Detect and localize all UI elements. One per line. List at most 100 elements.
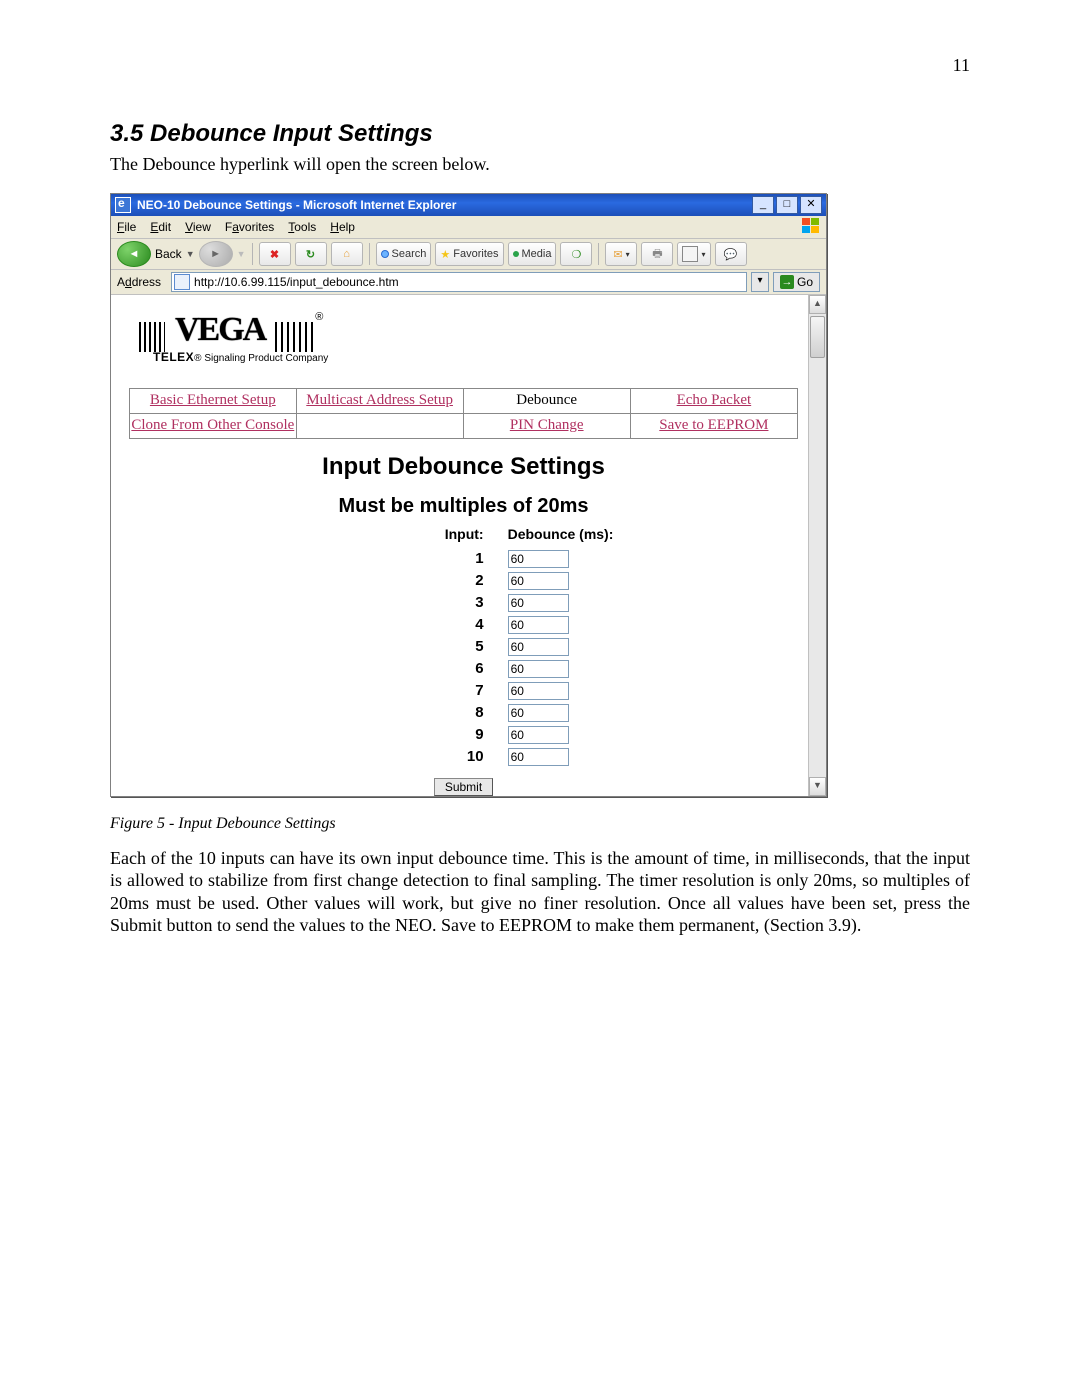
telex-tagline: TELEX® Signaling Product Company xyxy=(153,350,798,364)
table-row: 4 xyxy=(302,614,626,636)
toolbar-separator xyxy=(598,243,599,265)
menu-file[interactable]: File xyxy=(117,220,136,234)
scroll-up-icon[interactable]: ▲ xyxy=(809,295,826,314)
table-row: 8 xyxy=(302,702,626,724)
toolbar-separator xyxy=(369,243,370,265)
submit-button[interactable]: Submit xyxy=(434,778,493,796)
address-label: Address xyxy=(117,275,161,289)
scroll-down-icon[interactable]: ▼ xyxy=(809,777,826,796)
menu-help[interactable]: Help xyxy=(330,220,355,234)
table-row: 6 xyxy=(302,658,626,680)
input-number: 4 xyxy=(302,614,496,636)
table-row: 9 xyxy=(302,724,626,746)
home-button[interactable]: ⌂ xyxy=(331,242,363,266)
forward-dropdown-icon: ▼ xyxy=(237,249,246,259)
address-url: http://10.6.99.115/input_debounce.htm xyxy=(194,275,399,289)
nav-basic-ethernet[interactable]: Basic Ethernet Setup xyxy=(130,388,297,413)
debounce-input-1[interactable] xyxy=(508,550,569,568)
page-content: VEGA® TELEX® Signaling Product Company B… xyxy=(111,295,808,796)
input-number: 10 xyxy=(302,746,496,768)
close-button[interactable]: ✕ xyxy=(800,196,822,214)
input-number: 2 xyxy=(302,570,496,592)
address-dropdown[interactable]: ▾ xyxy=(751,272,769,292)
debounce-input-5[interactable] xyxy=(508,638,569,656)
back-label[interactable]: Back xyxy=(155,247,182,261)
nav-multicast[interactable]: Multicast Address Setup xyxy=(296,388,463,413)
minimize-button[interactable]: _ xyxy=(752,196,774,214)
nav-debounce: Debounce xyxy=(463,388,630,413)
debounce-input-8[interactable] xyxy=(508,704,569,722)
input-number: 7 xyxy=(302,680,496,702)
address-field[interactable]: http://10.6.99.115/input_debounce.htm xyxy=(171,272,747,292)
vertical-scrollbar[interactable]: ▲ ▼ xyxy=(808,295,826,796)
table-row: 7 xyxy=(302,680,626,702)
page-subtitle: Must be multiples of 20ms xyxy=(129,495,798,518)
window-titlebar: NEO-10 Debounce Settings - Microsoft Int… xyxy=(111,194,826,216)
input-number: 3 xyxy=(302,592,496,614)
menu-edit[interactable]: Edit xyxy=(150,220,171,234)
window-title: NEO-10 Debounce Settings - Microsoft Int… xyxy=(137,198,750,212)
vega-logo: VEGA® TELEX® Signaling Product Company xyxy=(139,311,798,364)
windows-logo-icon xyxy=(802,218,820,234)
section-heading: 3.5 Debounce Input Settings xyxy=(110,120,970,148)
input-number: 8 xyxy=(302,702,496,724)
debounce-input-4[interactable] xyxy=(508,616,569,634)
debounce-input-2[interactable] xyxy=(508,572,569,590)
maximize-button[interactable]: □ xyxy=(776,196,798,214)
go-arrow-icon: → xyxy=(780,275,794,289)
table-row: 1 xyxy=(302,548,626,570)
forward-button[interactable]: ► xyxy=(199,241,233,267)
back-dropdown-icon[interactable]: ▼ xyxy=(186,249,195,259)
col-debounce-header: Debounce (ms): xyxy=(496,524,626,548)
debounce-input-3[interactable] xyxy=(508,594,569,612)
ie-icon xyxy=(115,197,131,213)
menu-favorites[interactable]: Favorites xyxy=(225,220,274,234)
browser-window: NEO-10 Debounce Settings - Microsoft Int… xyxy=(110,193,827,797)
table-row: 5 xyxy=(302,636,626,658)
nav-table: Basic Ethernet Setup Multicast Address S… xyxy=(129,388,798,439)
debounce-input-10[interactable] xyxy=(508,748,569,766)
nav-empty xyxy=(296,413,463,438)
page-number: 11 xyxy=(953,55,970,76)
figure-caption: Figure 5 - Input Debounce Settings xyxy=(110,815,970,833)
search-button[interactable]: Search xyxy=(376,242,432,266)
debounce-input-9[interactable] xyxy=(508,726,569,744)
input-number: 6 xyxy=(302,658,496,680)
favorites-button[interactable]: ★Favorites xyxy=(435,242,503,266)
menu-bar: File Edit View Favorites Tools Help xyxy=(111,216,826,239)
back-button[interactable]: ◄ xyxy=(117,241,151,267)
debounce-input-6[interactable] xyxy=(508,660,569,678)
nav-pin-change[interactable]: PIN Change xyxy=(463,413,630,438)
toolbar: ◄ Back ▼ ► ▼ ✖ ↻ ⌂ Search ★Favorites Med… xyxy=(111,239,826,270)
menu-view[interactable]: View xyxy=(185,220,211,234)
body-paragraph: Each of the 10 inputs can have its own i… xyxy=(110,847,970,937)
history-button[interactable]: ❍ xyxy=(560,242,592,266)
section-intro: The Debounce hyperlink will open the scr… xyxy=(110,154,970,175)
go-button[interactable]: →Go xyxy=(773,272,820,292)
input-number: 5 xyxy=(302,636,496,658)
nav-clone[interactable]: Clone From Other Console xyxy=(130,413,297,438)
input-number: 1 xyxy=(302,548,496,570)
nav-echo-packet[interactable]: Echo Packet xyxy=(630,388,797,413)
table-row: 3 xyxy=(302,592,626,614)
toolbar-separator xyxy=(252,243,253,265)
edit-button[interactable]: ▾ xyxy=(677,242,710,266)
table-row: 2 xyxy=(302,570,626,592)
debounce-input-7[interactable] xyxy=(508,682,569,700)
col-input-header: Input: xyxy=(302,524,496,548)
page-icon xyxy=(174,274,190,290)
page-title: Input Debounce Settings xyxy=(129,453,798,481)
print-button[interactable]: 🖶 xyxy=(641,242,673,266)
inputs-table: Input: Debounce (ms): 12345678910 xyxy=(302,524,626,768)
address-bar: Address http://10.6.99.115/input_debounc… xyxy=(111,270,826,295)
mail-button[interactable]: ✉▾ xyxy=(605,242,637,266)
discuss-button[interactable]: 💬 xyxy=(715,242,747,266)
input-number: 9 xyxy=(302,724,496,746)
nav-save-eeprom[interactable]: Save to EEPROM xyxy=(630,413,797,438)
stop-button[interactable]: ✖ xyxy=(259,242,291,266)
scroll-thumb[interactable] xyxy=(810,316,825,358)
media-button[interactable]: Media xyxy=(508,242,557,266)
menu-tools[interactable]: Tools xyxy=(288,220,316,234)
table-row: 10 xyxy=(302,746,626,768)
refresh-button[interactable]: ↻ xyxy=(295,242,327,266)
